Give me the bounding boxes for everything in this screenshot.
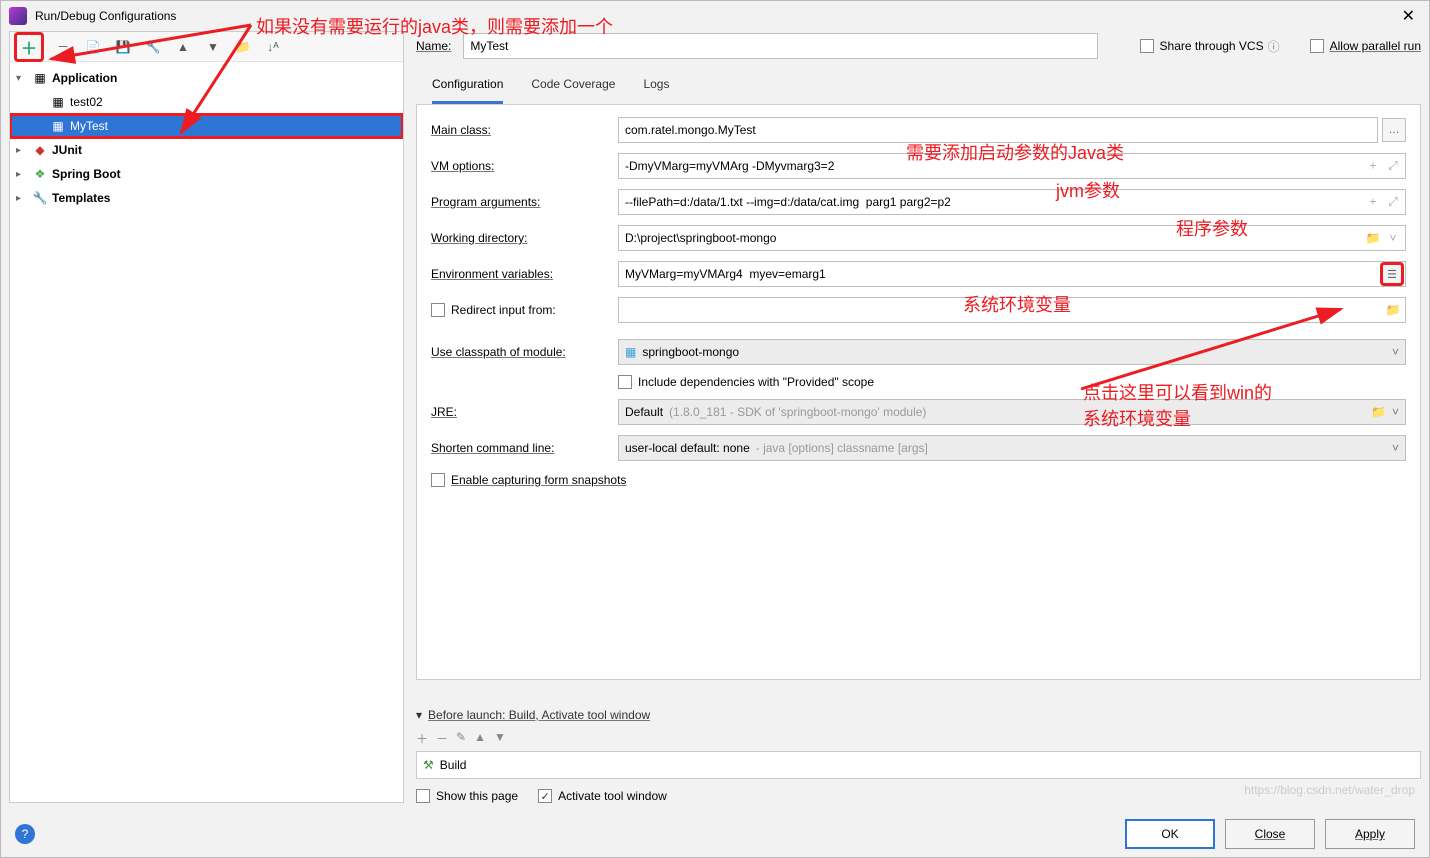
move-down-icon[interactable]: ▼ [202,36,224,58]
expand-icon[interactable]: ⤢ [1384,195,1402,210]
include-provided-checkbox[interactable]: Include dependencies with "Provided" sco… [618,375,874,389]
shorten-label: Shorten command line: [431,441,606,455]
chevron-down-icon: ˅ [1392,405,1399,419]
save-config-button[interactable]: 💾 [112,36,134,58]
tree-node-junit[interactable]: ▸◆ JUnit [10,138,403,162]
ok-button[interactable]: OK [1125,819,1215,849]
window-title: Run/Debug Configurations [35,9,176,23]
build-task-row[interactable]: ⚒ Build [416,751,1421,779]
close-icon[interactable]: ✕ [1396,6,1421,26]
chevron-down-icon: ˅ [1392,345,1399,359]
folder-icon[interactable]: 📁 [1364,231,1382,245]
wrench-icon[interactable]: 🔧 [142,36,164,58]
edit-task-button[interactable]: ✎ [456,730,466,747]
move-up-icon[interactable]: ▲ [172,36,194,58]
classpath-module-select[interactable]: ▦ springboot-mongo ˅ [618,339,1406,365]
share-vcs-checkbox[interactable]: Share through VCS ⓘ [1140,38,1280,55]
junit-icon: ◆ [32,143,48,157]
redirect-input-checkbox[interactable]: Redirect input from: [431,303,606,317]
add-icon[interactable]: + [1364,159,1382,174]
vm-options-label: VM options: [431,159,606,173]
shorten-select[interactable]: user-local default: none - java [options… [618,435,1406,461]
tree-item-mytest[interactable]: ▦ MyTest [10,114,403,138]
jre-label: JRE: [431,405,606,419]
sort-icon[interactable]: ↓ᴬ [262,36,284,58]
add-icon[interactable]: + [1364,195,1382,210]
tree-node-springboot[interactable]: ▸❖ Spring Boot [10,162,403,186]
remove-task-button[interactable]: － [436,730,448,747]
application-icon: ▦ [32,71,48,85]
tree-item-test02[interactable]: ▦ test02 [10,90,403,114]
chevron-down-icon: ˅ [1392,441,1399,455]
help-icon[interactable]: ⓘ [1268,38,1280,55]
tree-node-application[interactable]: ▾▦ Application [10,66,403,90]
working-dir-input[interactable] [618,225,1406,251]
titlebar: Run/Debug Configurations ✕ [1,1,1429,31]
jre-select[interactable]: Default (1.8.0_181 - SDK of 'springboot-… [618,399,1406,425]
browse-main-class-button[interactable]: … [1382,118,1406,142]
expand-icon[interactable]: ⤢ [1384,159,1402,174]
apply-button[interactable]: Apply [1325,819,1415,849]
env-vars-label: Environment variables: [431,267,606,281]
configurations-tree-panel: ＋ － 📄 💾 🔧 ▲ ▼ 📁 ↓ᴬ ▾▦ Application ▦ test… [9,31,404,803]
tree-toolbar: ＋ － 📄 💾 🔧 ▲ ▼ 📁 ↓ᴬ [10,32,403,62]
help-button[interactable]: ? [15,824,35,844]
parallel-run-checkbox[interactable]: Allow parallel run [1310,39,1421,53]
env-vars-input[interactable] [618,261,1406,287]
wrench-icon: 🔧 [32,191,48,205]
hammer-icon: ⚒ [423,758,434,772]
main-class-label: Main class: [431,123,606,137]
cancel-button[interactable]: Close [1225,819,1315,849]
tab-code-coverage[interactable]: Code Coverage [531,69,615,104]
program-args-label: Program arguments: [431,195,606,209]
env-vars-browse-button[interactable]: ☰ [1380,262,1404,286]
show-this-page-checkbox[interactable]: Show this page [416,789,518,803]
working-dir-label: Working directory: [431,231,606,245]
vm-options-input[interactable] [618,153,1406,179]
spring-boot-icon: ❖ [32,167,48,181]
config-tree: ▾▦ Application ▦ test02 ▦ MyTest ▸◆ JUni… [10,62,403,802]
run-config-icon: ▦ [50,95,66,109]
name-input[interactable] [463,33,1097,59]
add-config-button[interactable]: ＋ [18,36,40,58]
folder-icon[interactable]: 📁 [1371,405,1386,419]
tab-logs[interactable]: Logs [643,69,669,104]
add-task-button[interactable]: ＋ [416,730,428,747]
run-config-icon: ▦ [50,119,66,133]
name-label: Name: [416,39,451,53]
redirect-input-field [618,297,1406,323]
main-class-input[interactable] [618,117,1378,143]
chevron-down-icon[interactable]: ˅ [1384,231,1402,245]
chevron-down-icon: ▾ [416,708,422,722]
enable-snapshots-checkbox[interactable]: Enable capturing form snapshots [431,473,1406,487]
folder-icon: 📁 [1384,303,1402,317]
activate-tool-window-checkbox[interactable]: ✓Activate tool window [538,789,667,803]
folder-move-icon[interactable]: 📁 [232,36,254,58]
module-icon: ▦ [625,345,636,359]
app-icon [9,7,27,25]
classpath-label: Use classpath of module: [431,345,606,359]
move-down-icon[interactable]: ▼ [494,730,506,747]
program-args-input[interactable] [618,189,1406,215]
move-up-icon[interactable]: ▲ [474,730,486,747]
remove-config-button[interactable]: － [52,36,74,58]
before-launch-header[interactable]: ▾ Before launch: Build, Activate tool wi… [416,708,1421,722]
config-tabs: Configuration Code Coverage Logs [416,69,1421,105]
tree-node-templates[interactable]: ▸🔧 Templates [10,186,403,210]
copy-config-button[interactable]: 📄 [82,36,104,58]
tab-configuration[interactable]: Configuration [432,69,503,104]
